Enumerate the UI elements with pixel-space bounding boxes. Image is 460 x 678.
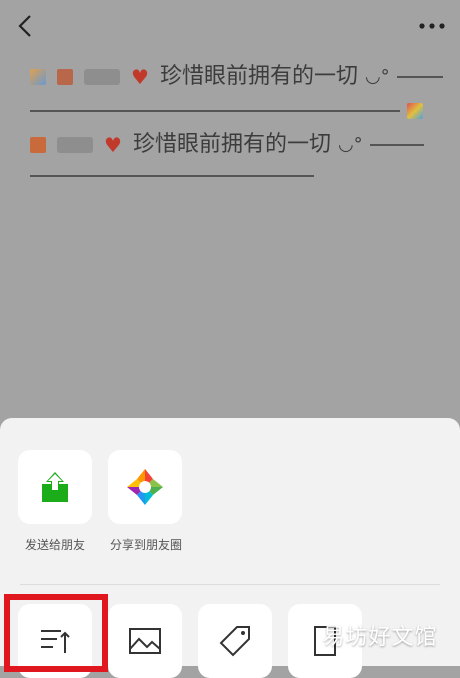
send-to-friend-label: 发送给朋友 <box>24 538 85 552</box>
chevron-left-icon <box>18 15 31 37</box>
post-text: 珍惜眼前拥有的一切 <box>159 64 358 89</box>
send-to-friend-button[interactable] <box>18 450 92 524</box>
rainbow-emoji-icon <box>407 103 423 119</box>
moments-camera-icon <box>127 469 163 505</box>
star-emoji-icon <box>30 137 46 153</box>
smile-emoticon: ◡° <box>337 134 363 155</box>
dash-line <box>30 110 400 112</box>
smile-emoticon: ◡° <box>364 66 390 87</box>
post-line-2 <box>30 94 440 128</box>
dash-line <box>396 76 443 78</box>
more-dots-icon <box>419 23 445 29</box>
post-content: ♥ 珍惜眼前拥有的一切 ◡° ♥ 珍惜眼前拥有的一切 ◡° <box>30 60 443 177</box>
top-nav <box>0 0 460 52</box>
share-upload-icon <box>42 472 68 502</box>
star-emoji-icon <box>57 69 73 85</box>
watermark: 易坊好文馆 <box>322 625 438 650</box>
dash-line <box>369 144 424 146</box>
share-to-moments-label: 分享到朋友圈 <box>109 538 182 552</box>
image-icon <box>129 628 161 654</box>
sheet-divider <box>20 584 440 585</box>
post-line-1: ♥ 珍惜眼前拥有的一切 ◡° <box>30 60 443 94</box>
post-line-3: ♥ 珍惜眼前拥有的一切 ◡° <box>30 128 440 162</box>
back-button[interactable] <box>14 14 38 38</box>
heart-icon: ♥ <box>104 133 122 157</box>
rainbow-emoji-icon <box>30 69 46 85</box>
share-to-moments-button[interactable] <box>108 450 182 524</box>
blurred-text <box>84 69 120 85</box>
post-text: 珍惜眼前拥有的一切 <box>132 132 331 157</box>
heart-icon: ♥ <box>131 65 149 89</box>
post-line-4 <box>30 162 440 177</box>
highlight-box <box>4 594 108 672</box>
blurred-text <box>57 137 93 153</box>
more-button[interactable] <box>418 14 446 38</box>
tag-button[interactable] <box>198 604 272 678</box>
image-button[interactable] <box>108 604 182 678</box>
dash-line <box>30 175 314 177</box>
tag-icon <box>219 626 250 657</box>
